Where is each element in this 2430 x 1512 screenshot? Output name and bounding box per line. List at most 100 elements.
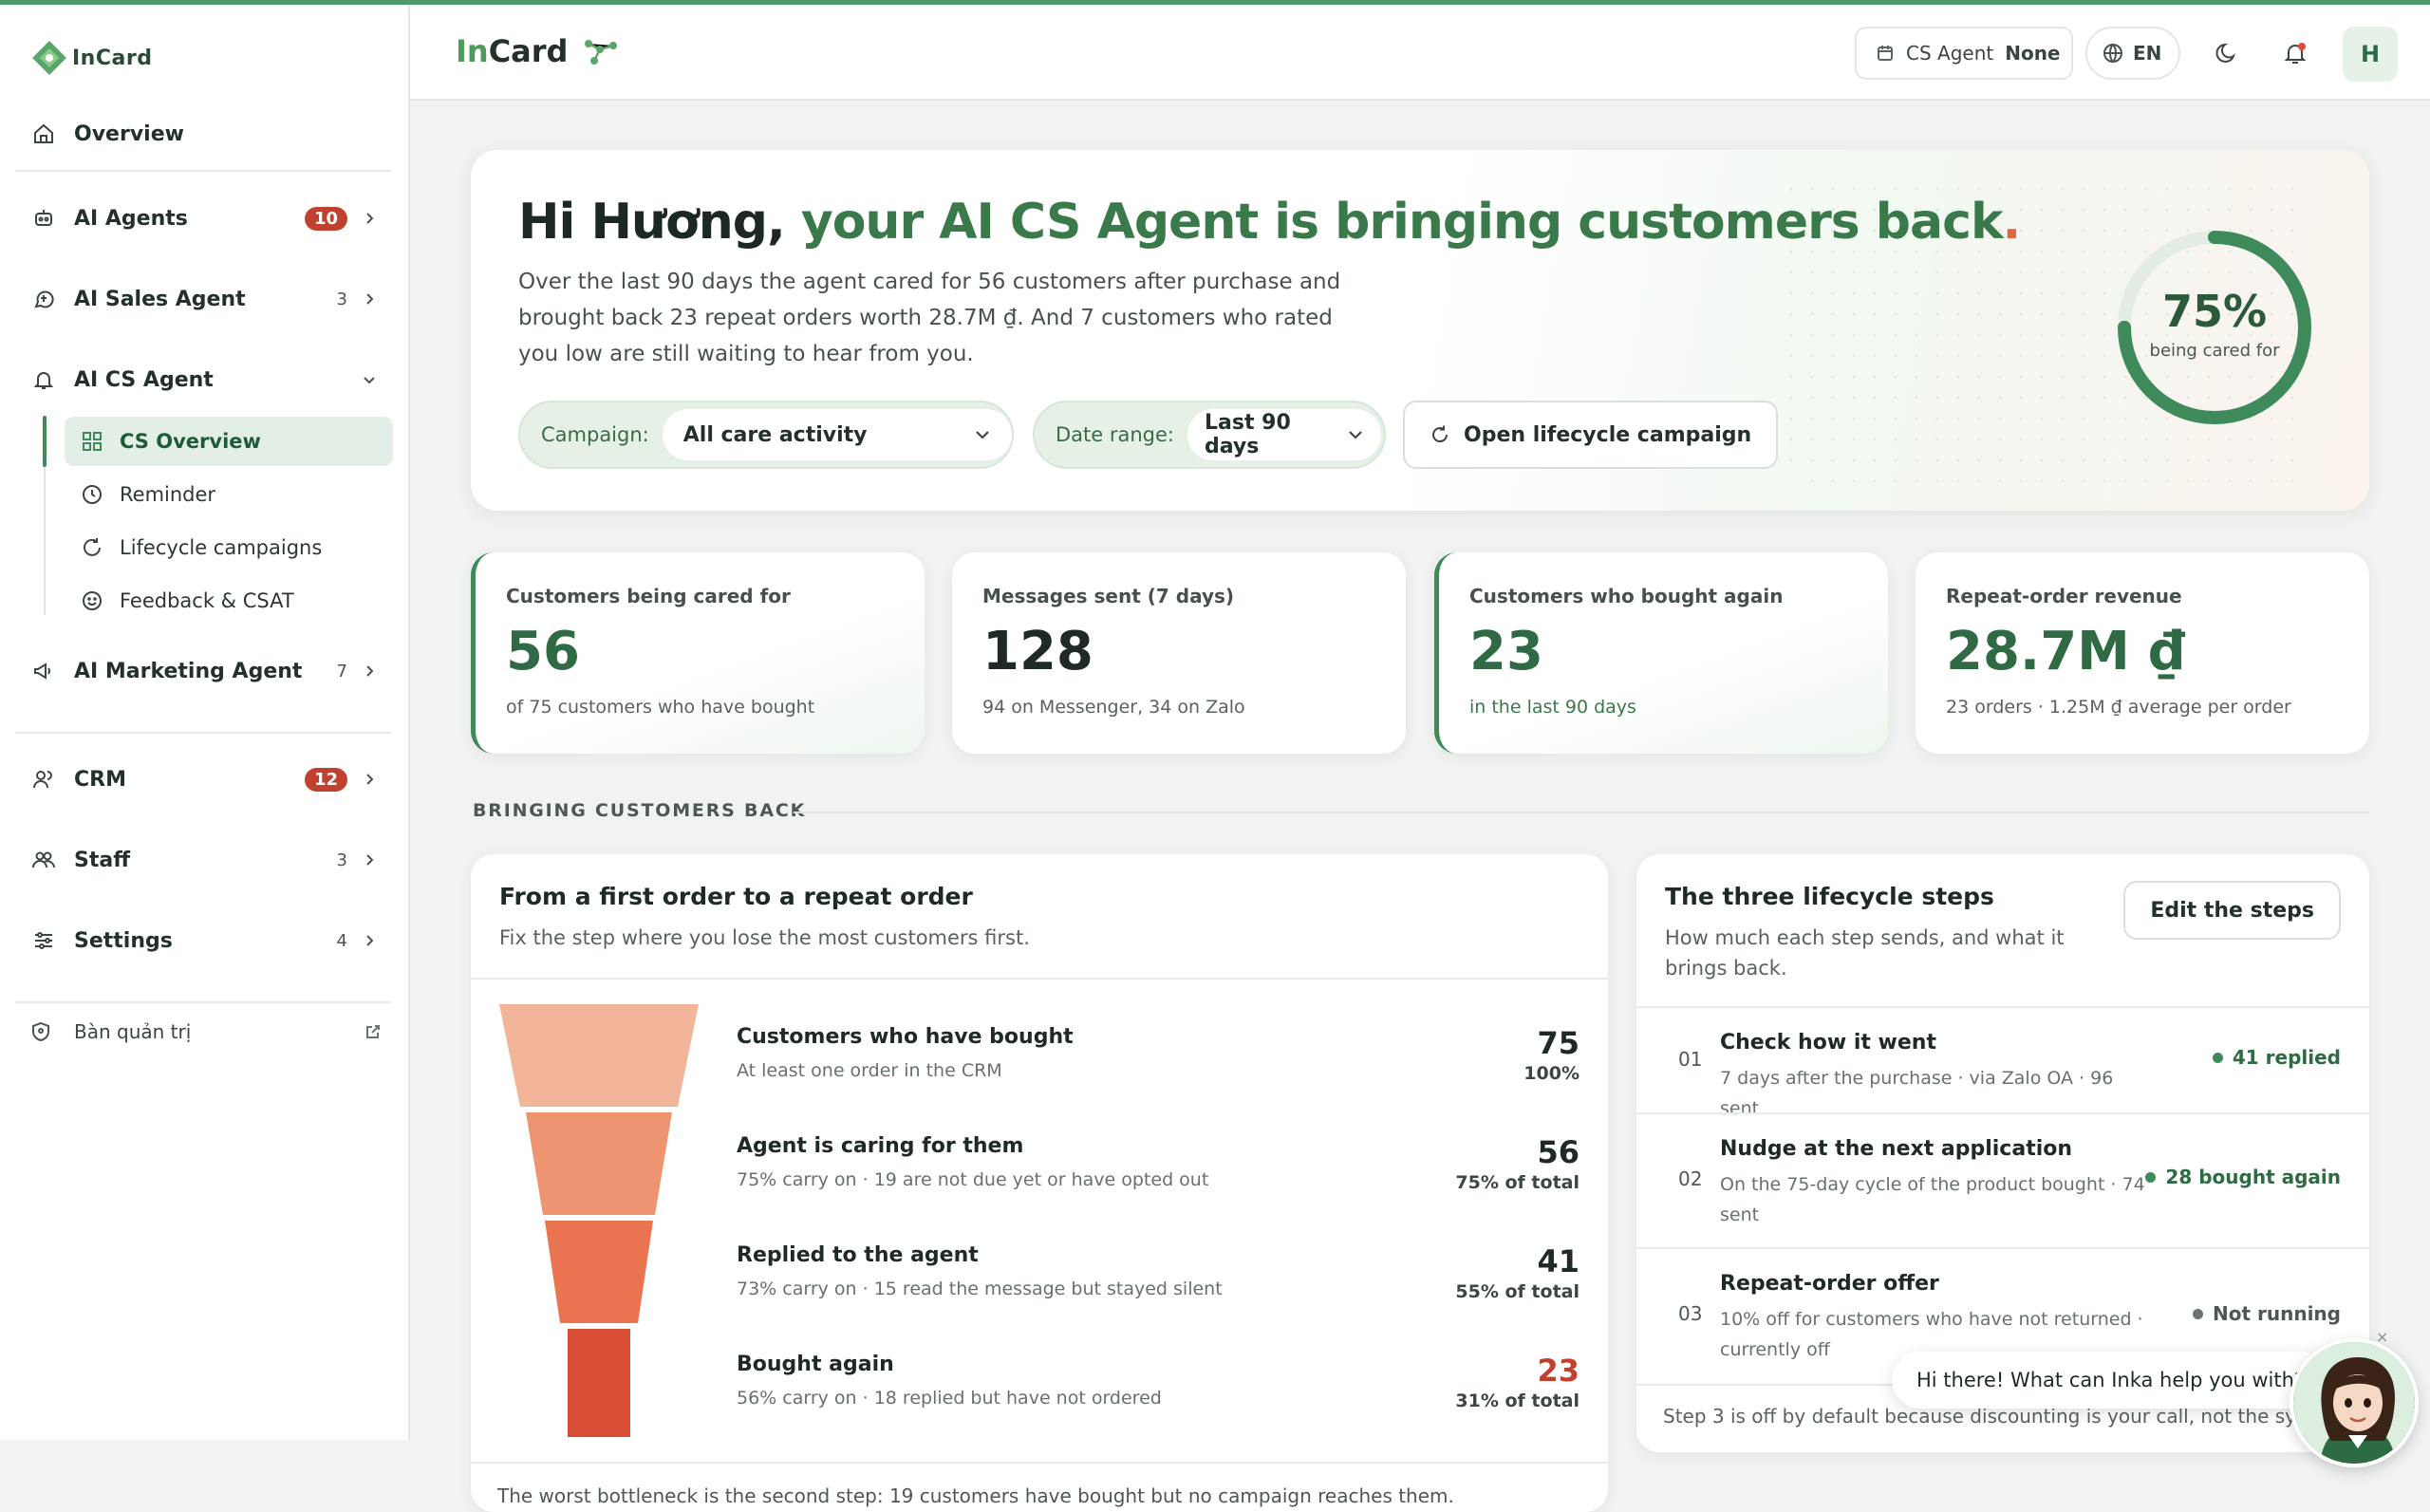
chevron-right-icon bbox=[363, 853, 382, 867]
status-dot bbox=[2212, 1052, 2223, 1063]
date-range-filter: Date range: Last 90 days bbox=[1033, 401, 1386, 469]
sidebar-item-label: Overview bbox=[74, 121, 184, 146]
logo-icon bbox=[32, 41, 66, 75]
divider bbox=[471, 978, 1608, 980]
lifecycle-step[interactable]: 01 Check how it went 7 days after the pu… bbox=[1636, 1006, 2369, 1119]
step-title: Nudge at the next application bbox=[1720, 1137, 2073, 1161]
theme-toggle[interactable] bbox=[2200, 27, 2253, 80]
stat-card-bought-again: Customers who bought again 23 in the las… bbox=[1434, 552, 1888, 754]
step-title: Check how it went bbox=[1720, 1031, 1936, 1055]
sidebar-subitem-lifecycle-campaigns[interactable]: Lifecycle campaigns bbox=[65, 523, 393, 572]
sidebar: InCard Overview AI Agents 10 AI Sales Ag… bbox=[0, 5, 410, 1440]
funnel-row-count: 41 bbox=[1537, 1243, 1580, 1279]
hero-title: Hi Hương, your AI CS Agent is bringing c… bbox=[518, 194, 2022, 251]
chevron-right-icon bbox=[363, 773, 382, 786]
sidebar-subitem-label: Feedback & CSAT bbox=[120, 589, 294, 612]
funnel-row-title: Customers who have bought bbox=[737, 1025, 1074, 1049]
stat-card-messages-sent: Messages sent (7 days) 128 94 on Messeng… bbox=[952, 552, 1406, 754]
funnel-row-count: 23 bbox=[1537, 1353, 1580, 1389]
funnel-row-metric: 41 55% of total bbox=[1455, 1243, 1580, 1302]
admin-link[interactable]: Bàn quản trị bbox=[30, 1020, 382, 1043]
stat-label: Repeat-order revenue bbox=[1946, 585, 2182, 607]
stat-label: Customers being cared for bbox=[506, 585, 791, 607]
notifications-button[interactable] bbox=[2269, 27, 2322, 80]
sidebar-subitem-reminder[interactable]: Reminder bbox=[65, 470, 393, 519]
language-selector[interactable]: EN bbox=[2085, 27, 2180, 80]
chevron-down-icon bbox=[363, 373, 382, 386]
sidebar-item-staff[interactable]: Staff 3 bbox=[15, 831, 393, 888]
brand-prefix: In bbox=[456, 33, 489, 69]
funnel-row-metric: 23 31% of total bbox=[1455, 1353, 1580, 1411]
sales-icon bbox=[30, 286, 57, 312]
stat-value: 23 bbox=[1469, 621, 1543, 682]
funnel-row-percent: 75% of total bbox=[1455, 1172, 1580, 1193]
users-icon bbox=[30, 847, 57, 873]
admin-label: Bàn quản trị bbox=[74, 1020, 192, 1043]
sidebar-item-ai-cs-agent[interactable]: AI CS Agent bbox=[15, 351, 393, 408]
megaphone-icon bbox=[30, 658, 57, 684]
sidebar-item-ai-sales-agent[interactable]: AI Sales Agent 3 bbox=[15, 271, 393, 327]
step-result: 41 replied bbox=[2212, 1046, 2341, 1069]
step-result: Not running bbox=[2193, 1302, 2341, 1325]
cs-agent-selector[interactable]: CS Agent None bbox=[1855, 27, 2073, 80]
edit-steps-button[interactable]: Edit the steps bbox=[2123, 881, 2341, 940]
chat-greeting-bubble[interactable]: Hi there! What can Inka help you with? bbox=[1892, 1352, 2330, 1409]
chevron-down-icon bbox=[1347, 426, 1364, 443]
sidebar-subitem-feedback-csat[interactable]: Feedback & CSAT bbox=[65, 576, 393, 625]
steps-subtitle: How much each step sends, and what it br… bbox=[1665, 926, 2065, 980]
divider bbox=[15, 732, 391, 734]
chevron-right-icon bbox=[363, 934, 382, 947]
funnel-row-metric: 56 75% of total bbox=[1455, 1134, 1580, 1193]
clock-icon bbox=[80, 482, 104, 507]
network-icon bbox=[585, 40, 618, 65]
divider bbox=[794, 812, 2369, 813]
divider bbox=[15, 1001, 391, 1003]
sidebar-item-label: Staff bbox=[74, 848, 131, 872]
sidebar-item-ai-marketing-agent[interactable]: AI Marketing Agent 7 bbox=[15, 643, 393, 700]
funnel-row-percent: 100% bbox=[1523, 1063, 1580, 1084]
campaign-select[interactable]: All care activity bbox=[662, 409, 1012, 460]
hero-panel: Hi Hương, your AI CS Agent is bringing c… bbox=[471, 150, 2369, 511]
step-result-text: 41 replied bbox=[2232, 1046, 2341, 1069]
bell-icon bbox=[30, 366, 57, 393]
step-title: Repeat-order offer bbox=[1720, 1272, 1939, 1296]
count: 3 bbox=[336, 849, 347, 870]
hero-title-dot: . bbox=[2002, 194, 2022, 251]
date-range-value: Last 90 days bbox=[1205, 411, 1291, 458]
assistant-avatar[interactable] bbox=[2290, 1338, 2419, 1467]
divider bbox=[15, 170, 391, 172]
open-lifecycle-campaign-label: Open lifecycle campaign bbox=[1464, 422, 1752, 447]
contacts-icon bbox=[30, 766, 57, 793]
lifecycle-step[interactable]: 02 Nudge at the next application On the … bbox=[1636, 1112, 2369, 1247]
funnel-subtitle: Fix the step where you lose the most cus… bbox=[499, 926, 1030, 949]
sidebar-item-overview[interactable]: Overview bbox=[15, 105, 393, 162]
hero-title-lead: Hi Hương, bbox=[518, 194, 801, 251]
open-lifecycle-campaign-button[interactable]: Open lifecycle campaign bbox=[1403, 401, 1779, 469]
sidebar-item-label: AI Sales Agent bbox=[74, 287, 246, 311]
stat-value: 28.7M ₫ bbox=[1946, 621, 2186, 682]
date-range-label: Date range: bbox=[1056, 423, 1175, 446]
sidebar-item-ai-agents[interactable]: AI Agents 10 bbox=[15, 190, 393, 247]
refresh-icon bbox=[1430, 424, 1450, 445]
hero-title-highlight: your AI CS Agent is bringing customers b… bbox=[800, 194, 2004, 251]
sidebar-item-settings[interactable]: Settings 4 bbox=[15, 912, 393, 969]
step-result-text: 28 bought again bbox=[2165, 1166, 2341, 1188]
sidebar-item-crm[interactable]: CRM 12 bbox=[15, 751, 393, 808]
funnel-row: Customers who have bought At least one o… bbox=[737, 1025, 1591, 1081]
user-avatar[interactable]: H bbox=[2343, 27, 2398, 82]
sidebar-subitem-label: Lifecycle campaigns bbox=[120, 536, 323, 559]
count: 7 bbox=[336, 661, 347, 681]
sidebar-item-label: AI Marketing Agent bbox=[74, 659, 303, 683]
count-badge: 12 bbox=[304, 767, 347, 792]
sidebar-subitem-cs-overview[interactable]: CS Overview bbox=[65, 417, 393, 466]
funnel-row-sub: At least one order in the CRM bbox=[737, 1060, 1002, 1081]
funnel-stage-2 bbox=[526, 1112, 672, 1215]
date-range-select[interactable]: Last 90 days bbox=[1187, 409, 1382, 460]
robot-icon bbox=[30, 205, 57, 232]
campaign-select-value: All care activity bbox=[682, 422, 868, 447]
app-logo[interactable]: InCard bbox=[30, 39, 152, 77]
funnel-row-percent: 55% of total bbox=[1455, 1281, 1580, 1302]
assistant-character-icon bbox=[2293, 1342, 2415, 1464]
sliders-icon bbox=[30, 927, 57, 954]
shield-icon bbox=[30, 1021, 55, 1042]
